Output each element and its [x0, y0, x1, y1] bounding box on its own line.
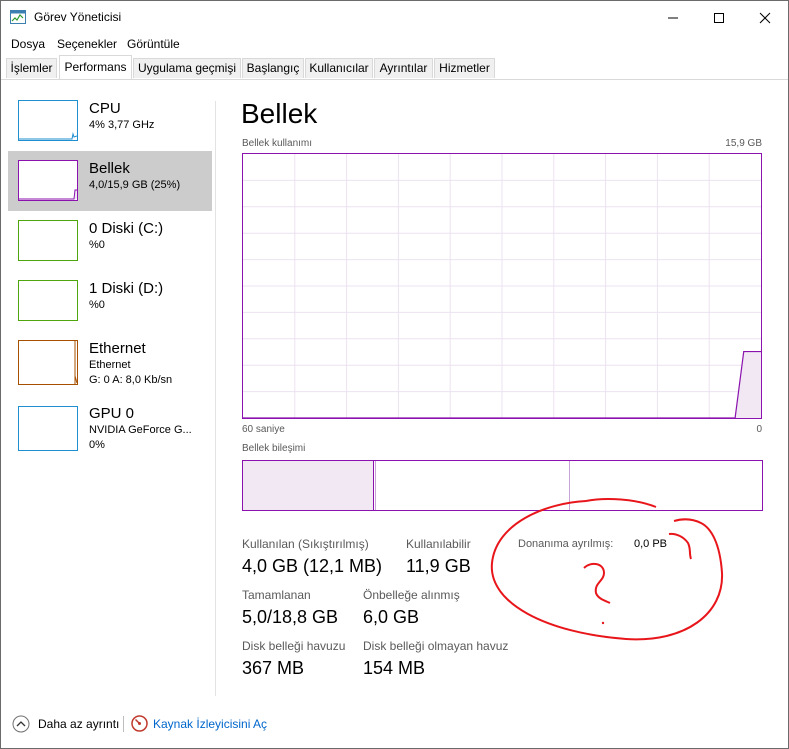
gpu-thumbnail [18, 406, 78, 451]
page-title: Bellek [241, 98, 318, 129]
stat-committed-value: 5,0/18,8 GB [242, 607, 339, 627]
tab-processes[interactable]: İşlemler [6, 58, 57, 78]
sidebar-item-subtitle: Ethernet [89, 359, 131, 371]
menu-bar: Dosya Seçenekler Görüntüle [1, 34, 788, 54]
menu-options[interactable]: Seçenekler [57, 37, 117, 51]
composition-modified [375, 461, 376, 510]
sidebar-item-subtitle: %0 [89, 299, 105, 311]
disk-c-thumbnail [18, 220, 78, 261]
cpu-thumbnail [18, 100, 78, 141]
sidebar-item-subtitle: 4,0/15,9 GB (25%) [89, 179, 181, 191]
close-icon [759, 12, 771, 24]
less-details-link[interactable]: Daha az ayrıntı [38, 717, 119, 731]
sidebar-item-gpu[interactable]: GPU 0 NVIDIA GeForce G... 0% [8, 397, 212, 457]
close-button[interactable] [742, 1, 788, 34]
title-bar: Görev Yöneticisi [1, 1, 788, 34]
stat-available-value: 11,9 GB [406, 556, 471, 576]
memory-usage-chart [242, 153, 762, 419]
tab-startup[interactable]: Başlangıç [242, 58, 304, 78]
menu-view[interactable]: Görüntüle [127, 37, 180, 51]
sidebar-item-title: 0 Diski (C:) [89, 220, 164, 237]
stat-used-label: Kullanılan (Sıkıştırılmış) [242, 537, 369, 551]
stat-paged-pool-label: Disk belleği havuzu [242, 639, 346, 653]
less-details-toggle[interactable] [12, 715, 30, 733]
stat-used-value: 4,0 GB (12,1 MB) [242, 556, 383, 576]
stat-paged-pool-value: 367 MB [242, 658, 305, 678]
stat-cached-value: 6,0 GB [363, 607, 420, 627]
maximize-button[interactable] [696, 1, 742, 34]
memory-usage-max: 15,9 GB [725, 138, 762, 149]
stat-committed-label: Tamamlanan [242, 588, 311, 602]
sidebar-item-subtitle: NVIDIA GeForce G... [89, 424, 192, 436]
sidebar-item-disk-d[interactable]: 1 Diski (D:) %0 [8, 271, 212, 331]
stat-cached-label: Önbelleğe alınmış [363, 588, 460, 602]
task-manager-window: Görev Yöneticisi Dosya Seçenekler Görünt… [0, 0, 789, 749]
window-title: Görev Yöneticisi [34, 10, 122, 24]
tab-performance[interactable]: Performans [59, 55, 132, 79]
minimize-button[interactable] [650, 1, 696, 34]
menu-file[interactable]: Dosya [11, 37, 45, 51]
tab-app-history[interactable]: Uygulama geçmişi [133, 58, 241, 78]
red-circle-annotation [490, 498, 724, 641]
sidebar-item-detail: 0% [89, 439, 105, 451]
stat-available-label: Kullanılabilir [406, 537, 471, 551]
sidebar-divider [215, 101, 216, 696]
memory-composition-label: Bellek bileşimi [242, 443, 306, 454]
open-resource-monitor-link[interactable]: Kaynak İzleyicisini Aç [153, 717, 267, 731]
sidebar-item-subtitle: %0 [89, 239, 105, 251]
sidebar-item-title: Bellek [89, 160, 130, 177]
chevron-up-icon [12, 715, 30, 733]
sidebar-item-title: 1 Diski (D:) [89, 280, 164, 297]
tab-bar: İşlemler Performans Uygulama geçmişi Baş… [1, 54, 788, 80]
minimize-icon [668, 17, 678, 19]
tab-details[interactable]: Ayrıntılar [374, 58, 433, 78]
footer-divider [123, 716, 124, 732]
sidebar-item-memory[interactable]: Bellek 4,0/15,9 GB (25%) [8, 151, 212, 211]
sidebar-item-detail: G: 0 A: 8,0 Kb/sn [89, 374, 173, 386]
task-manager-icon [10, 10, 26, 24]
sidebar-item-cpu[interactable]: CPU 4% 3,77 GHz [8, 91, 212, 151]
memory-thumbnail [18, 160, 78, 201]
memory-usage-plot [242, 154, 762, 419]
sidebar-item-title: GPU 0 [89, 405, 135, 422]
disk-d-thumbnail [18, 280, 78, 321]
sidebar-item-title: Ethernet [89, 340, 146, 357]
sidebar-item-ethernet[interactable]: Ethernet Ethernet G: 0 A: 8,0 Kb/sn [8, 331, 212, 391]
time-span-label: 60 saniye [242, 424, 285, 435]
stat-nonpaged-pool-value: 154 MB [363, 658, 426, 678]
resource-monitor-icon [131, 715, 148, 732]
ethernet-thumbnail [18, 340, 78, 385]
time-end-label: 0 [756, 424, 762, 435]
sidebar-item-disk-c[interactable]: 0 Diski (C:) %0 [8, 211, 212, 271]
maximize-icon [714, 13, 724, 23]
sidebar-item-subtitle: 4% 3,77 GHz [89, 119, 155, 131]
tab-services[interactable]: Hizmetler [434, 58, 495, 78]
tab-users[interactable]: Kullanıcılar [305, 58, 373, 78]
memory-usage-label: Bellek kullanımı [242, 138, 313, 149]
composition-in-use [243, 461, 374, 510]
sidebar-item-title: CPU [89, 100, 121, 117]
